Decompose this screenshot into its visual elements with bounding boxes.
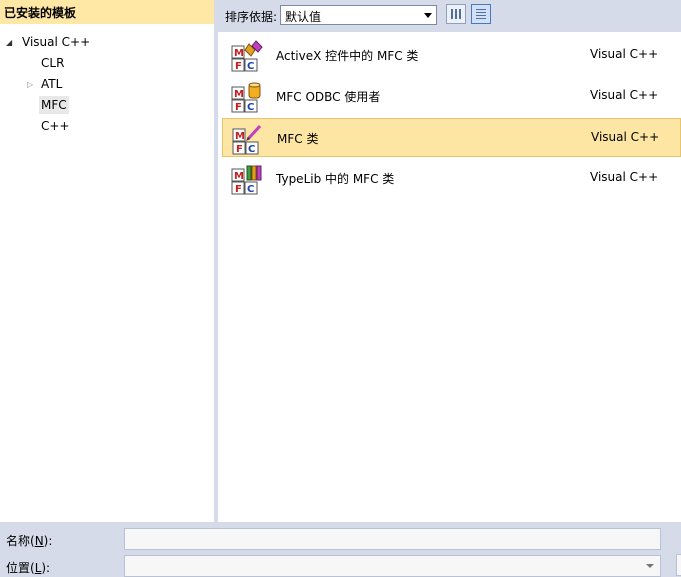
tree-item-atl[interactable]: ▷ ATL bbox=[0, 75, 214, 93]
sort-by-value: 默认值 bbox=[285, 10, 322, 24]
template-item-activex-mfc-class[interactable]: M F C ActiveX 控件中的 MFC 类 Visual C++ bbox=[222, 36, 681, 75]
tree-item-label: CLR bbox=[41, 56, 65, 70]
tree-item-cpp[interactable]: C++ bbox=[0, 117, 214, 135]
tree-item-label: MFC bbox=[39, 96, 69, 114]
svg-text:C: C bbox=[248, 144, 255, 155]
grid-view-icon bbox=[451, 9, 461, 19]
template-name: ActiveX 控件中的 MFC 类 bbox=[276, 49, 419, 63]
svg-text:M: M bbox=[235, 131, 245, 142]
mfc-activex-icon: M F C bbox=[231, 40, 263, 72]
medium-icons-view-button[interactable] bbox=[446, 4, 466, 24]
list-view-icon bbox=[476, 9, 486, 19]
location-combobox[interactable] bbox=[124, 555, 661, 577]
project-fields-area: 名称(N): 位置(L): bbox=[0, 522, 681, 577]
small-icons-view-button[interactable] bbox=[471, 4, 491, 24]
browse-button[interactable] bbox=[676, 554, 681, 576]
svg-text:C: C bbox=[247, 61, 254, 72]
name-input[interactable] bbox=[124, 528, 661, 550]
installed-templates-pane: 已安装的模板 ◢ Visual C++ CLR ▷ ATL MFC C++ bbox=[0, 0, 214, 522]
tree-item-mfc[interactable]: MFC bbox=[0, 96, 214, 114]
svg-text:M: M bbox=[234, 89, 244, 100]
template-language: Visual C++ bbox=[590, 88, 659, 102]
svg-text:M: M bbox=[234, 48, 244, 59]
tree-item-visual-cpp[interactable]: ◢ Visual C++ bbox=[0, 33, 214, 51]
template-language: Visual C++ bbox=[591, 130, 660, 144]
tree-collapsed-icon[interactable]: ▷ bbox=[27, 76, 33, 94]
svg-text:F: F bbox=[235, 61, 242, 72]
tree-item-clr[interactable]: CLR bbox=[0, 54, 214, 72]
installed-templates-header: 已安装的模板 bbox=[0, 0, 214, 24]
tree-item-label: C++ bbox=[41, 119, 70, 133]
template-name: TypeLib 中的 MFC 类 bbox=[276, 172, 395, 186]
mfc-class-icon: M F C bbox=[232, 124, 262, 155]
installed-templates-title: 已安装的模板 bbox=[4, 6, 77, 20]
template-item-typelib-mfc-class[interactable]: M F C TypeLib 中的 MFC 类 Visual C++ bbox=[222, 159, 681, 198]
svg-text:F: F bbox=[235, 102, 242, 113]
sort-by-dropdown[interactable]: 默认值 bbox=[280, 5, 437, 25]
mfc-typelib-icon: M F C bbox=[231, 165, 262, 195]
name-field-label: 名称(N): bbox=[6, 534, 53, 548]
svg-text:C: C bbox=[247, 102, 254, 113]
template-language: Visual C++ bbox=[590, 170, 659, 184]
template-language: Visual C++ bbox=[590, 47, 659, 61]
chevron-down-icon[interactable] bbox=[646, 564, 654, 568]
tree-expanded-icon[interactable]: ◢ bbox=[6, 34, 12, 52]
location-field-label: 位置(L): bbox=[6, 561, 51, 575]
svg-text:C: C bbox=[247, 184, 254, 195]
template-name: MFC 类 bbox=[277, 132, 319, 146]
template-name: MFC ODBC 使用者 bbox=[276, 90, 381, 104]
svg-text:F: F bbox=[236, 144, 243, 155]
svg-text:F: F bbox=[235, 184, 242, 195]
chevron-down-icon bbox=[424, 13, 432, 18]
tree-item-label: Visual C++ bbox=[22, 35, 91, 49]
template-toolbar: 排序依据: 默认值 bbox=[218, 0, 681, 32]
mfc-odbc-icon: M F C bbox=[231, 82, 261, 113]
tree-item-label: ATL bbox=[41, 77, 63, 91]
template-item-mfc-class[interactable]: M F C MFC 类 Visual C++ bbox=[222, 118, 681, 157]
sort-by-label: 排序依据: bbox=[225, 10, 278, 24]
svg-text:M: M bbox=[234, 171, 244, 182]
template-item-mfc-odbc-consumer[interactable]: M F C MFC ODBC 使用者 Visual C++ bbox=[222, 77, 681, 116]
template-list: M F C ActiveX 控件中的 MFC 类 Visual C++ M F … bbox=[218, 32, 681, 522]
